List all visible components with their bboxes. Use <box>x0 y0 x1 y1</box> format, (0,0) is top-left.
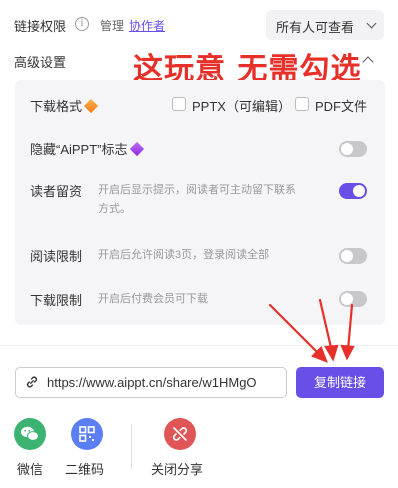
premium-gem-icon <box>129 141 144 157</box>
reader-message-toggle[interactable] <box>339 183 367 199</box>
divider <box>0 345 398 346</box>
hide-logo-label: 隐藏“AiPPT”标志 <box>30 139 144 158</box>
share-wechat-label: 微信 <box>16 462 43 477</box>
share-qr-code[interactable]: 二维码 <box>65 418 104 478</box>
manage-label: 管理 <box>100 19 125 33</box>
toggle-knob <box>353 185 365 197</box>
advanced-settings-panel: 下载格式 PPTX（可编辑） PDF文件 隐藏“AiPPT”标志 读者留资 开启… <box>15 80 385 325</box>
reader-message-desc-line1: 开启后显示提示，阅读者可主动留下联系 <box>98 184 296 196</box>
reader-message-label: 读者留资 <box>30 184 83 199</box>
pptx-label: PPTX（可编辑） <box>192 99 291 114</box>
copy-link-button[interactable]: 复制链接 <box>296 367 384 398</box>
download-format-text: 下载格式 <box>30 99 83 114</box>
permission-select-value: 所有人可查看 <box>276 20 355 35</box>
hide-logo-toggle[interactable] <box>339 141 367 157</box>
reader-message-description: 开启后显示提示，阅读者可主动留下联系 方式。 <box>98 181 296 219</box>
chevron-up-icon[interactable] <box>362 56 374 68</box>
link-icon <box>26 376 38 388</box>
read-limit-description: 开启后允许阅读3页，登录阅读全部 <box>98 249 270 261</box>
link-permission-row: 链接权限 i 管理 协作者 所有人可查看 <box>14 10 384 40</box>
toggle-knob <box>341 293 353 305</box>
vertical-divider <box>131 424 132 469</box>
download-limit-label: 下载限制 <box>30 293 83 308</box>
qr-code-icon <box>71 418 103 450</box>
share-close-label: 关闭分享 <box>151 462 204 477</box>
chevron-down-icon <box>366 18 377 29</box>
premium-gem-icon <box>83 98 99 114</box>
hide-logo-text: 隐藏“AiPPT”标志 <box>30 142 128 157</box>
wechat-icon <box>14 418 46 450</box>
pdf-label: PDF文件 <box>315 99 368 114</box>
toggle-knob <box>341 250 353 262</box>
download-limit-description: 开启后付费会员可下载 <box>98 293 208 305</box>
download-format-label: 下载格式 <box>30 96 99 115</box>
download-limit-toggle[interactable] <box>339 291 367 307</box>
share-url-text: https://www.aippt.cn/share/w1HMgO <box>47 375 257 390</box>
toggle-knob <box>341 143 353 155</box>
pdf-checkbox[interactable] <box>295 97 309 111</box>
permission-select[interactable]: 所有人可查看 <box>266 10 384 40</box>
advanced-settings-label: 高级设置 <box>14 55 67 70</box>
collaborators-link[interactable]: 协作者 <box>129 17 165 34</box>
share-qr-code-label: 二维码 <box>65 462 105 477</box>
info-icon[interactable]: i <box>75 17 89 31</box>
share-url-field[interactable]: https://www.aippt.cn/share/w1HMgO <box>15 367 287 398</box>
pptx-checkbox[interactable] <box>172 97 186 111</box>
unlink-icon <box>164 418 196 450</box>
read-limit-toggle[interactable] <box>339 248 367 264</box>
read-limit-label: 阅读限制 <box>30 249 83 264</box>
reader-message-desc-line2: 方式。 <box>98 203 131 215</box>
share-close[interactable]: 关闭分享 <box>151 418 203 478</box>
share-wechat[interactable]: 微信 <box>14 418 46 478</box>
link-permission-label: 链接权限 <box>14 19 67 34</box>
